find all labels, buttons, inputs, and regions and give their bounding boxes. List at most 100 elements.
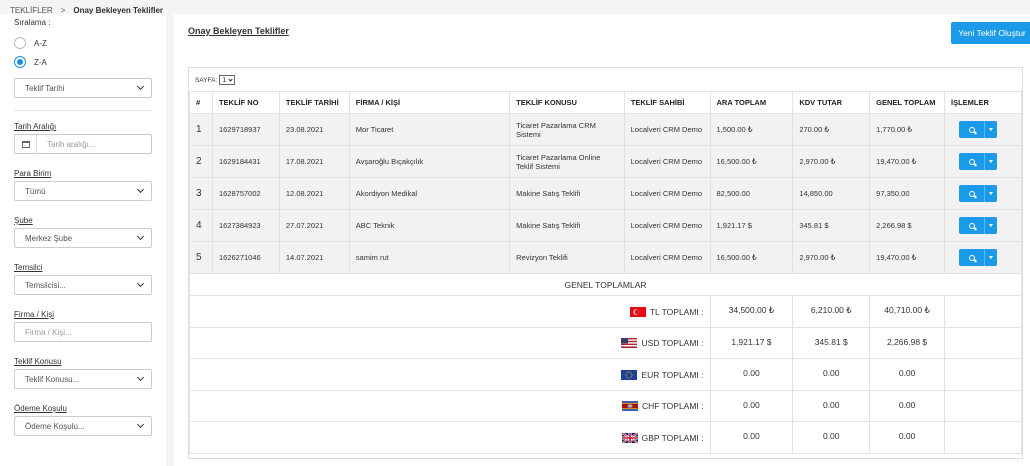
table-row[interactable]: 2 1629184431 17.08.2021 Avşaroğlu Bıçakç… [189, 145, 1022, 178]
offer-tax: 14,850.00 [792, 177, 871, 210]
table-row[interactable]: 5 1626271046 14.07.2021 samim rut Revizy… [189, 241, 1022, 274]
page-select-value: 1 [222, 76, 227, 84]
radio-icon[interactable] [14, 37, 26, 49]
offers-panel: SAYFA: 1 # TEKLİF NO TEKLİF TARİHİ FİRMA… [188, 67, 1023, 459]
rep-select[interactable]: Temsilcisi... [14, 275, 152, 295]
empty-cell [944, 421, 1022, 454]
offer-total: 19,470.00 ₺ [869, 241, 946, 274]
search-icon[interactable] [959, 121, 986, 138]
search-icon[interactable] [959, 217, 986, 234]
subject-label: Teklif Konusu [14, 357, 62, 366]
column-header[interactable]: TEKLİF KONUSU [509, 91, 625, 114]
offer-subject: Revizyon Teklifi [509, 241, 625, 274]
totals-header-row: GENEL TOPLAMLAR [189, 273, 1022, 296]
offer-owner: Localveri CRM Demo [623, 113, 711, 146]
date-range-input[interactable]: Tarih aralığı... [14, 134, 152, 154]
page-title: Onay Bekleyen Teklifler [188, 26, 289, 36]
action-button-group[interactable] [959, 121, 998, 138]
offer-company: Avşaroğlu Bıçakçılık [348, 145, 511, 178]
subject-select[interactable]: Teklif Konusu... [14, 369, 152, 389]
sort-field-value: Teklif Tarihi [25, 83, 65, 93]
totals-subtotal: 0.00 [709, 421, 794, 454]
filter-sidebar: Sıralama : A-Z Z-A Teklif Tarihi Tarih A… [0, 14, 166, 466]
branch-select[interactable]: Merkez Şube [14, 228, 152, 248]
currency-select[interactable]: Tümü [14, 181, 152, 201]
column-header[interactable]: GENEL TOPLAM [869, 91, 946, 114]
row-actions [944, 209, 1022, 242]
uk-flag-icon [621, 432, 638, 443]
company-placeholder: Firma / Kişi... [25, 327, 72, 337]
totals-row: USD TOPLAMI : 1,921.17 $ 345.81 $ 2,266.… [189, 326, 1022, 359]
offer-subtotal: 1,500.00 ₺ [709, 113, 794, 146]
offer-subject: Ticaret Pazarlama CRM Sistemi [509, 113, 625, 146]
swaziland-flag-icon [621, 401, 638, 412]
column-header[interactable]: KDV TUTAR [792, 91, 871, 114]
sort-radio-za[interactable]: Z-A [14, 55, 152, 69]
column-header[interactable]: TEKLİF TARİHİ [278, 91, 350, 114]
table-row[interactable]: 4 1627384923 27.07.2021 ABC Teknik Makin… [189, 209, 1022, 242]
caret-down-icon[interactable] [985, 249, 997, 266]
caret-down-icon[interactable] [985, 121, 997, 138]
offer-total: 97,350.00 [869, 177, 946, 210]
table-row[interactable]: 3 1628757002 12.08.2021 Akordiyon Medika… [189, 177, 1022, 210]
new-offer-button[interactable]: Yeni Teklif Oluştur [951, 22, 1030, 44]
row-index: 1 [189, 113, 213, 146]
column-header[interactable]: ARA TOPLAM [709, 91, 794, 114]
page-select[interactable]: 1 [219, 75, 236, 85]
search-icon[interactable] [959, 249, 986, 266]
search-icon[interactable] [959, 185, 986, 202]
sort-radio-label: A-Z [34, 38, 47, 48]
action-button-group[interactable] [959, 217, 998, 234]
offer-number: 1629718937 [211, 113, 280, 146]
column-header[interactable]: TEKLİF NO [211, 91, 280, 114]
divider [14, 110, 152, 111]
sort-field-select[interactable]: Teklif Tarihi [14, 78, 152, 98]
action-button-group[interactable] [959, 185, 998, 202]
currency-label: Para Birim [14, 169, 52, 178]
totals-total: 0.00 [869, 421, 946, 454]
company-input[interactable]: Firma / Kişi... [14, 322, 152, 342]
sort-title: Sıralama : [14, 18, 51, 27]
search-icon[interactable] [959, 153, 986, 170]
offer-owner: Localveri CRM Demo [623, 209, 711, 242]
chevron-down-icon [136, 82, 145, 91]
caret-down-icon[interactable] [985, 217, 997, 234]
totals-row: TL TOPLAMI : 34,500.00 ₺ 6,210.00 ₺ 40,7… [189, 295, 1022, 328]
column-header: İŞLEMLER [944, 91, 1022, 114]
action-button-group[interactable] [959, 153, 998, 170]
column-header[interactable]: FİRMA / KİŞİ [348, 91, 511, 114]
sort-radio-az[interactable]: A-Z [14, 36, 152, 50]
totals-label: CHF TOPLAMI : [641, 401, 704, 412]
calendar-icon[interactable] [15, 135, 37, 153]
offer-subject: Makine Satış Teklifi [509, 209, 625, 242]
payment-label: Ödeme Koşulu [14, 404, 67, 413]
chevron-down-icon [136, 232, 145, 241]
table-row[interactable]: 1 1629718937 23.08.2021 Mor Ticaret Tica… [189, 113, 1022, 146]
pager-label: SAYFA: [195, 76, 218, 84]
totals-label: USD TOPLAMI : [641, 338, 704, 349]
totals-tax: 0.00 [792, 421, 871, 454]
offer-tax: 345.81 $ [792, 209, 871, 242]
caret-down-icon[interactable] [985, 185, 997, 202]
offer-date: 17.08.2021 [278, 145, 350, 178]
offer-number: 1627384923 [211, 209, 280, 242]
offer-owner: Localveri CRM Demo [623, 145, 711, 178]
row-index: 2 [189, 145, 213, 178]
totals-row: EUR TOPLAMI : 0.00 0.00 0.00 [189, 358, 1022, 391]
radio-checked-icon[interactable] [14, 56, 26, 68]
totals-subtotal: 34,500.00 ₺ [709, 295, 794, 328]
column-header[interactable]: TEKLİF SAHİBİ [623, 91, 711, 114]
offer-date: 27.07.2021 [278, 209, 350, 242]
row-index: 4 [189, 209, 213, 242]
totals-label: EUR TOPLAMI : [641, 369, 704, 380]
payment-value: Ödeme Koşulu... [25, 421, 85, 431]
action-button-group[interactable] [959, 249, 998, 266]
empty-cell [944, 358, 1022, 391]
totals-label: GBP TOPLAMI : [641, 432, 704, 443]
totals-label: TL TOPLAMI : [649, 306, 704, 317]
rep-label: Temsilci [14, 263, 43, 272]
offer-number: 1628757002 [211, 177, 280, 210]
payment-select[interactable]: Ödeme Koşulu... [14, 416, 152, 436]
totals-label-cell: TL TOPLAMI : [189, 295, 711, 328]
caret-down-icon[interactable] [985, 153, 997, 170]
